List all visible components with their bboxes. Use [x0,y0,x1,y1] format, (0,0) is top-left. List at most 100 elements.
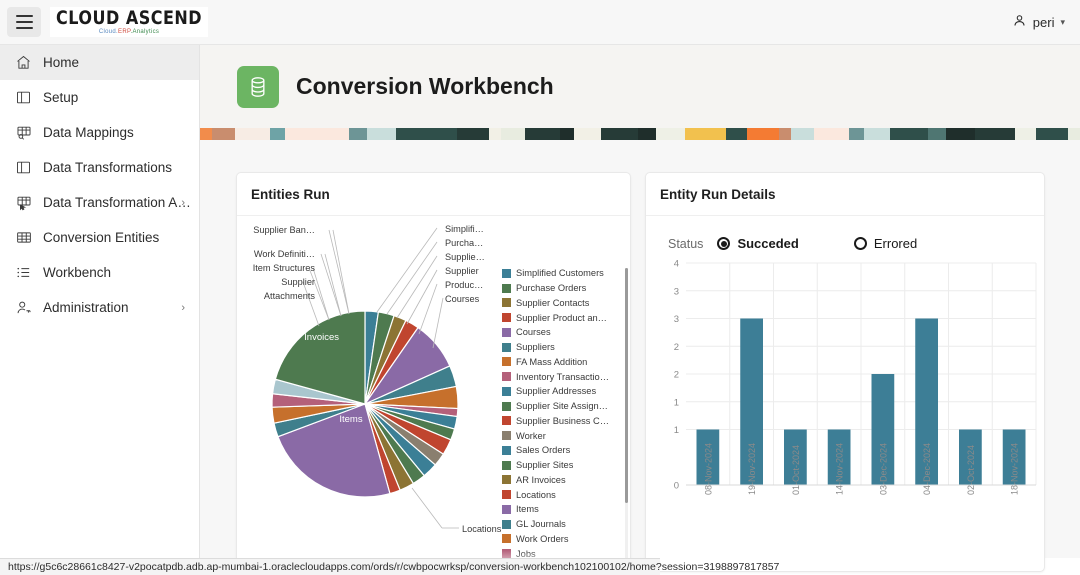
pie-callout-label: Supplie… [445,252,485,262]
entities-run-title: Entities Run [237,173,630,216]
hamburger-icon[interactable] [7,7,41,37]
sidebar-item-data-transformation-a[interactable]: Data Transformation A… › [0,185,199,220]
database-icon [237,65,279,108]
legend-item[interactable]: Locations [502,487,622,502]
banner-stripe [600,128,639,140]
legend-item[interactable]: Supplier Business Cl… [502,414,622,429]
banner-stripe [235,128,271,140]
pie-callout-label: Simplifi… [445,224,484,234]
pie-leader-line [328,229,350,315]
sidebar-item-label: Conversion Entities [43,230,160,245]
legend-item[interactable]: Inventory Transactio… [502,369,622,384]
sidebar-item-setup[interactable]: Setup [0,80,199,115]
legend-item[interactable]: Supplier Product an… [502,310,622,325]
table-search-icon [14,124,33,142]
person-icon [1012,13,1027,31]
pie-legend[interactable]: Simplified Customers Purchase Orders Suppl… [502,266,622,575]
bar-chart[interactable]: 4 3 3 2 2 1 1 0 08-Nov-2024 19-Nov-2024 01-Oct-202… [646,251,1046,556]
app-logo[interactable]: CLOUD ASCEND Cloud.ERP.Analytics [50,6,209,37]
y-axis-tick-label: 2 [674,370,679,381]
pie-callout-label: Work Definiti… [254,249,315,259]
legend-item[interactable]: FA Mass Addition [502,355,622,370]
pie-inside-label: AP Invoices [289,332,339,343]
x-axis-tick-label: 03-Dec-2024 [878,443,888,495]
legend-item[interactable]: GL Journals [502,517,622,532]
radio-label-succeded: Succeded [737,236,799,251]
legend-swatch [502,357,511,367]
legend-item[interactable]: Items [502,502,622,517]
legend-label: Purchase Orders [516,283,587,294]
banner-stripe [524,128,560,140]
pie-callout-label: Produc… [445,280,483,290]
legend-label: Supplier Product an… [516,312,607,323]
legend-item[interactable]: AR Invoices [502,473,622,488]
entity-run-details-title: Entity Run Details [646,173,1044,216]
legend-item[interactable]: Supplier Contacts [502,296,622,311]
pie-leader-line [312,267,330,321]
x-axis-tick-label: 01-Oct-2024 [791,445,801,495]
legend-item[interactable]: Supplier Addresses [502,384,622,399]
sidebar-item-data-mappings[interactable]: Data Mappings [0,115,199,150]
legend-swatch [502,416,511,426]
panel-icon [14,89,33,107]
y-axis-tick-label: 1 [674,397,679,408]
decorative-banner [200,128,1080,140]
sidebar-item-administration[interactable]: Administration › [0,290,199,325]
legend-label: Supplier Site Assign… [516,401,608,412]
radio-option-errored[interactable]: Errored [853,236,918,251]
legend-item[interactable]: Purchase Orders [502,281,622,296]
legend-swatch [502,534,511,544]
sidebar-item-label: Administration [43,300,129,315]
legend-item[interactable]: Supplier Site Assign… [502,399,622,414]
banner-stripe [945,128,975,140]
user-menu[interactable]: peri ▾ [1012,13,1065,31]
pie-leader-line [386,241,438,315]
banner-stripe [656,128,686,140]
banner-stripe [501,128,525,140]
pie-leader-line [396,255,438,319]
banner-stripe [311,128,350,140]
legend-item[interactable]: Supplier Sites [502,458,622,473]
chevron-right-icon: › [181,196,185,209]
legend-item[interactable]: Simplified Customers [502,266,622,281]
radio-option-succeded[interactable]: Succeded [717,236,799,251]
pie-callout-label: Attachments [264,291,315,301]
sidebar-item-label: Home [43,55,80,70]
legend-item[interactable]: Work Orders [502,532,622,547]
legend-item[interactable]: Sales Orders [502,443,622,458]
banner-stripe [746,128,779,140]
banner-stripe [285,128,312,140]
y-axis-tick-label: 2 [674,342,679,353]
radio-icon-errored [853,237,867,250]
logo-tagline: Cloud.ERP.Analytics [99,29,159,35]
legend-label: Work Orders [516,533,569,544]
legend-label: Locations [516,489,556,500]
y-axis-tick-label: 1 [674,425,679,436]
entities-run-card: Entities Run AP Invoices Items Supplier Ba… [236,172,631,575]
sidebar-item-home[interactable]: Home [0,45,199,80]
legend-label: Supplier Addresses [516,386,597,397]
banner-stripe [974,128,1016,140]
legend-label: Courses [516,327,551,338]
logo-text: CLOUD ASCEND [56,6,203,29]
banner-stripe [200,128,212,140]
sidebar-item-workbench[interactable]: Workbench [0,255,199,290]
sidebar-item-conversion-entities[interactable]: Conversion Entities [0,220,199,255]
x-axis-tick-label: 08-Nov-2024 [703,443,713,495]
banner-stripe [889,128,928,140]
sidebar-item-data-transformations[interactable]: Data Transformations [0,150,199,185]
banner-stripe [814,128,849,140]
banner-stripe [349,128,367,140]
legend-item[interactable]: Suppliers [502,340,622,355]
legend-swatch [502,401,511,411]
pie-leader-line [332,229,350,315]
legend-item[interactable]: Worker [502,428,622,443]
banner-stripe [685,128,727,140]
pie-callout-label: Locations [462,524,502,534]
legend-label: AR Invoices [516,474,566,485]
radio-label-errored: Errored [873,236,918,251]
legend-item[interactable]: Courses [502,325,622,340]
legend-scrollbar-thumb[interactable] [625,268,628,503]
x-axis-tick-label: 18-Nov-2024 [1010,443,1020,495]
pie-inside-label: Items [339,414,362,425]
